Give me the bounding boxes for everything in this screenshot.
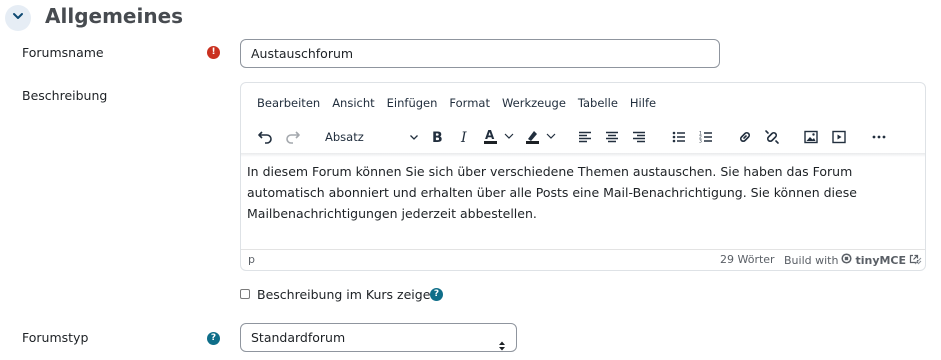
exclamation-icon: !: [207, 46, 220, 59]
block-format-value: Absatz: [325, 130, 364, 144]
unlink-icon[interactable]: [760, 125, 784, 149]
media-icon[interactable]: [827, 125, 851, 149]
build-with-text: Build with: [784, 253, 839, 267]
link-icon[interactable]: [733, 125, 757, 149]
show-in-course-checkbox[interactable]: [240, 289, 250, 299]
text-color-icon[interactable]: A: [480, 125, 520, 149]
question-icon[interactable]: ?: [430, 288, 443, 301]
menu-format[interactable]: Format: [443, 93, 496, 113]
menu-bearbeiten[interactable]: Bearbeiten: [251, 93, 326, 113]
menu-einfuegen[interactable]: Einfügen: [381, 93, 444, 113]
image-icon[interactable]: [799, 125, 823, 149]
block-format-select[interactable]: Absatz: [317, 125, 421, 149]
chevron-down-icon: [12, 10, 24, 26]
forumsname-label: Forumsname: [22, 45, 104, 60]
redo-icon[interactable]: [281, 125, 305, 149]
svg-text:3: 3: [699, 139, 702, 145]
editor-toolbar: Absatz B I A 123: [241, 121, 925, 153]
italic-icon[interactable]: I: [452, 125, 476, 149]
editor-content[interactable]: In diesem Forum können Sie sich über ver…: [247, 161, 907, 224]
svg-text:B: B: [432, 130, 443, 145]
tinymce-logo-icon: [841, 253, 853, 267]
editor-menubar: Bearbeiten Ansicht Einfügen Format Werkz…: [241, 83, 925, 123]
forumstyp-select[interactable]: Standardforum: [240, 323, 517, 352]
menu-werkzeuge[interactable]: Werkzeuge: [496, 93, 572, 113]
bullet-list-icon[interactable]: [667, 125, 691, 149]
description-editor: Bearbeiten Ansicht Einfügen Format Werkz…: [240, 82, 926, 271]
menu-tabelle[interactable]: Tabelle: [572, 93, 624, 113]
toolbar-shadow: [241, 153, 925, 157]
show-in-course-label[interactable]: Beschreibung im Kurs zeigen: [257, 286, 438, 304]
highlight-icon[interactable]: [522, 125, 562, 149]
beschreibung-label: Beschreibung: [22, 88, 108, 103]
align-left-icon[interactable]: [573, 125, 597, 149]
more-icon[interactable]: [867, 125, 891, 149]
section-title: Allgemeines: [45, 4, 184, 28]
forumstyp-label: Forumstyp: [22, 330, 89, 345]
tinymce-brand: tinyMCE: [855, 253, 907, 267]
align-center-icon[interactable]: [600, 125, 624, 149]
svg-text:I: I: [460, 130, 467, 145]
forumstyp-value: Standardforum: [251, 330, 346, 345]
section-collapse-toggle[interactable]: [5, 5, 31, 31]
tinymce-brand-link[interactable]: Build with tinyMCE: [784, 253, 919, 267]
bold-icon[interactable]: B: [425, 125, 449, 149]
select-arrows-icon: [498, 333, 506, 360]
menu-hilfe[interactable]: Hilfe: [624, 93, 662, 113]
element-path[interactable]: p: [248, 253, 255, 266]
editor-statusbar: p 29 Wörter Build with tinyMCE: [241, 249, 925, 270]
chevron-down-icon: [409, 131, 419, 145]
numbered-list-icon[interactable]: 123: [694, 125, 718, 149]
svg-text:A: A: [485, 128, 495, 142]
resize-handle-icon[interactable]: [914, 255, 922, 268]
word-count[interactable]: 29 Wörter: [720, 253, 775, 266]
menu-ansicht[interactable]: Ansicht: [326, 93, 380, 113]
align-right-icon[interactable]: [627, 125, 651, 149]
undo-icon[interactable]: [253, 125, 277, 149]
forumsname-input[interactable]: Austauschforum: [240, 39, 720, 68]
question-icon[interactable]: ?: [207, 332, 220, 345]
